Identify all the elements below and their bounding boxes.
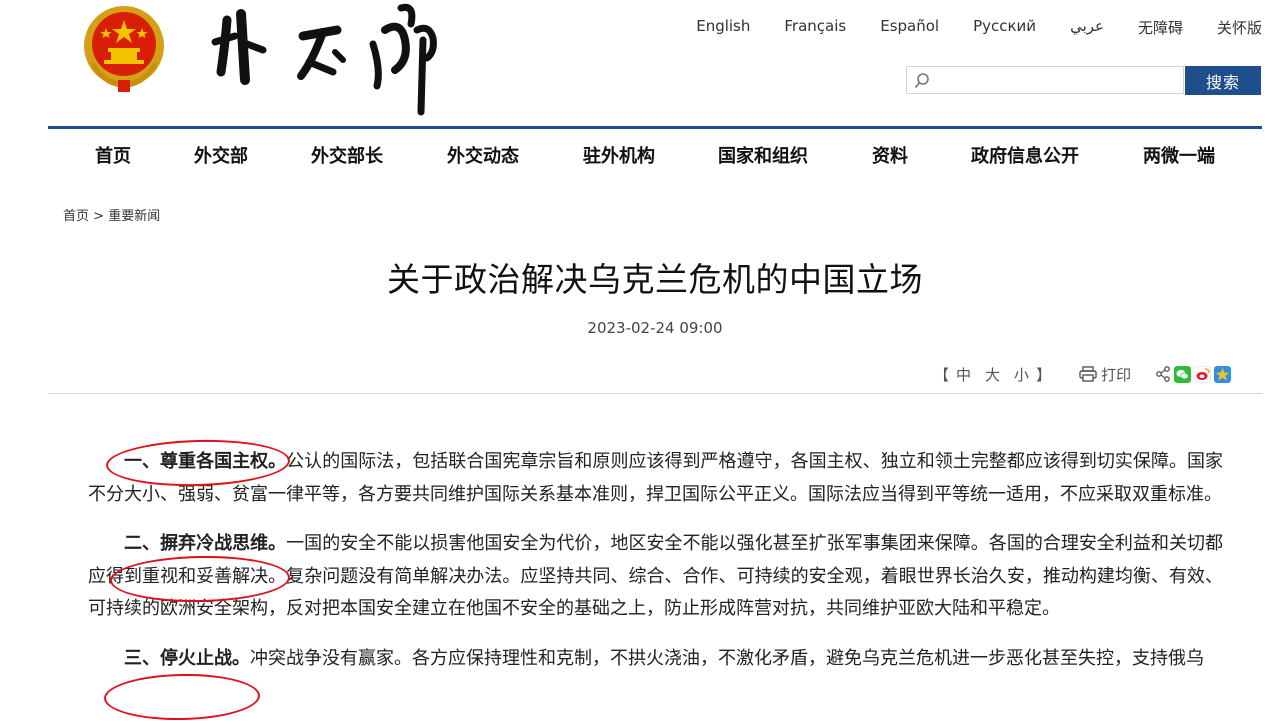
section-heading: 三、停火止战。 bbox=[124, 647, 250, 669]
printer-icon bbox=[1079, 366, 1097, 382]
header-divider bbox=[48, 393, 1262, 394]
nav-item-diplomatic-news[interactable]: 外交动态 bbox=[447, 142, 519, 168]
nav-item-resources[interactable]: 资料 bbox=[872, 142, 908, 168]
article-paragraph: 二、摒弃冷战思维。一国的安全不能以损害他国安全为代价，地区安全不能以强化甚至扩张… bbox=[88, 528, 1223, 626]
care-version-link[interactable]: 关怀版 bbox=[1217, 17, 1262, 38]
nav-top-border bbox=[48, 126, 1262, 129]
search-box bbox=[906, 66, 1184, 94]
lang-spanish[interactable]: Español bbox=[880, 17, 939, 38]
national-emblem-icon bbox=[84, 6, 164, 92]
section-heading: 二、摒弃冷战思维。 bbox=[124, 533, 287, 554]
search-icon bbox=[914, 73, 929, 89]
wechat-icon[interactable] bbox=[1174, 365, 1192, 383]
lang-russian[interactable]: Русский bbox=[973, 17, 1036, 38]
font-size-bracket-close: 】 bbox=[1036, 365, 1052, 384]
publish-date: 2023-02-24 09:00 bbox=[587, 319, 723, 337]
breadcrumb-separator: > bbox=[93, 209, 105, 224]
font-size-medium[interactable]: 大 bbox=[985, 364, 1000, 385]
breadcrumb-home[interactable]: 首页 bbox=[63, 209, 89, 224]
search-input[interactable] bbox=[933, 69, 1182, 93]
share-icon[interactable] bbox=[1155, 366, 1171, 382]
language-bar: English Français Español Русский عربي 无障… bbox=[662, 17, 1262, 38]
article-paragraph: 一、尊重各国主权。公认的国际法，包括联合国宪章宗旨和原则应该得到严格遵守，各国主… bbox=[88, 446, 1223, 511]
font-size-small[interactable]: 小 bbox=[1014, 364, 1029, 385]
main-nav: 首页 外交部 外交部长 外交动态 驻外机构 国家和组织 资料 政府信息公开 两微… bbox=[48, 142, 1262, 168]
nav-item-missions[interactable]: 驻外机构 bbox=[583, 142, 655, 168]
article-paragraph: 三、停火止战。冲突战争没有赢家。各方应保持理性和克制，不拱火浇油，不激化矛盾，避… bbox=[88, 643, 1223, 676]
nav-item-home[interactable]: 首页 bbox=[95, 142, 131, 168]
weibo-icon[interactable] bbox=[1194, 365, 1212, 383]
page-title: 关于政治解决乌克兰危机的中国立场 bbox=[387, 260, 923, 299]
print-button[interactable]: 打印 bbox=[1079, 364, 1131, 385]
section-heading: 一、尊重各国主权。 bbox=[124, 451, 287, 472]
lang-english[interactable]: English bbox=[696, 17, 750, 38]
nav-item-countries[interactable]: 国家和组织 bbox=[718, 142, 808, 168]
article-tools: 【 中 大 小 】 打印 bbox=[934, 364, 1232, 385]
breadcrumb-current[interactable]: 重要新闻 bbox=[108, 209, 160, 224]
nav-item-gov-info[interactable]: 政府信息公开 bbox=[971, 142, 1079, 168]
search-button[interactable]: 搜索 bbox=[1185, 66, 1261, 95]
font-size-large[interactable]: 中 bbox=[956, 364, 971, 385]
ministry-calligraphy-logo bbox=[211, 3, 437, 116]
nav-item-minister[interactable]: 外交部长 bbox=[311, 142, 383, 168]
section-text: 冲突战争没有赢家。各方应保持理性和克制，不拱火浇油，不激化矛盾，避免乌克兰危机进… bbox=[250, 647, 1204, 669]
font-size-bracket-open: 【 bbox=[934, 365, 950, 384]
lang-french[interactable]: Français bbox=[784, 17, 846, 38]
article-body: 一、尊重各国主权。公认的国际法，包括联合国宪章宗旨和原则应该得到严格遵守，各国主… bbox=[88, 446, 1223, 692]
breadcrumb: 首页 > 重要新闻 bbox=[63, 205, 160, 224]
lang-arabic[interactable]: عربي bbox=[1070, 17, 1104, 38]
qzone-icon[interactable] bbox=[1214, 365, 1232, 383]
share-bar bbox=[1155, 365, 1232, 383]
print-label: 打印 bbox=[1101, 365, 1132, 384]
nav-item-social[interactable]: 两微一端 bbox=[1143, 142, 1215, 168]
nav-item-ministry[interactable]: 外交部 bbox=[194, 142, 248, 168]
accessibility-link[interactable]: 无障碍 bbox=[1138, 17, 1183, 38]
